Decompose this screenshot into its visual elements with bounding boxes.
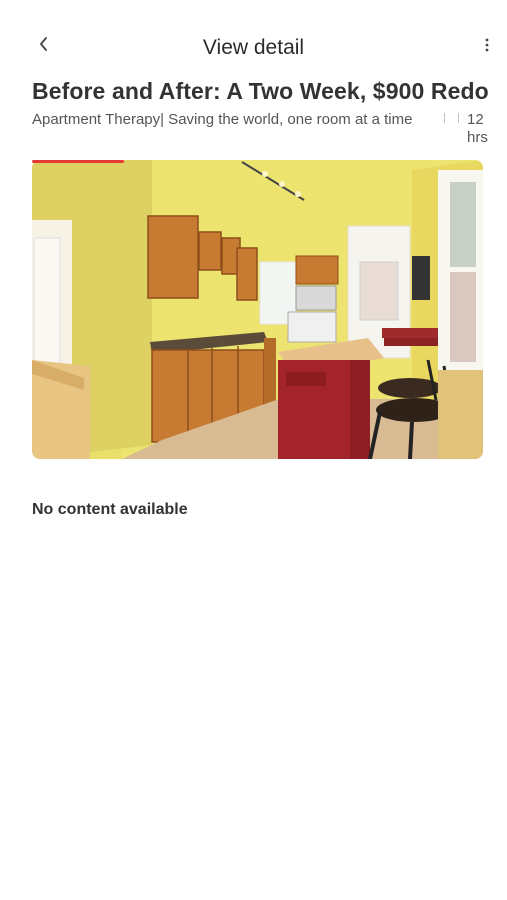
more-vertical-icon: [485, 38, 489, 52]
time-value: 12: [467, 111, 484, 128]
article-time: 12 hrs: [467, 111, 503, 147]
meta-divider: [444, 113, 459, 123]
article-image[interactable]: [32, 160, 483, 459]
article-headline: Before and After: A Two Week, $900 Redo: [32, 78, 489, 104]
page-title: View detail: [202, 36, 305, 59]
article-meta: Apartment Therapy| Saving the world, one…: [32, 111, 500, 149]
top-bar: View detail: [0, 0, 507, 80]
article-source: Apartment Therapy| Saving the world, one…: [32, 111, 413, 128]
more-menu-button[interactable]: [476, 34, 498, 58]
empty-content-message: No content available: [32, 501, 188, 518]
time-unit: hrs: [467, 129, 488, 146]
kitchen-photo: [32, 160, 483, 459]
image-indicator: [32, 160, 124, 163]
